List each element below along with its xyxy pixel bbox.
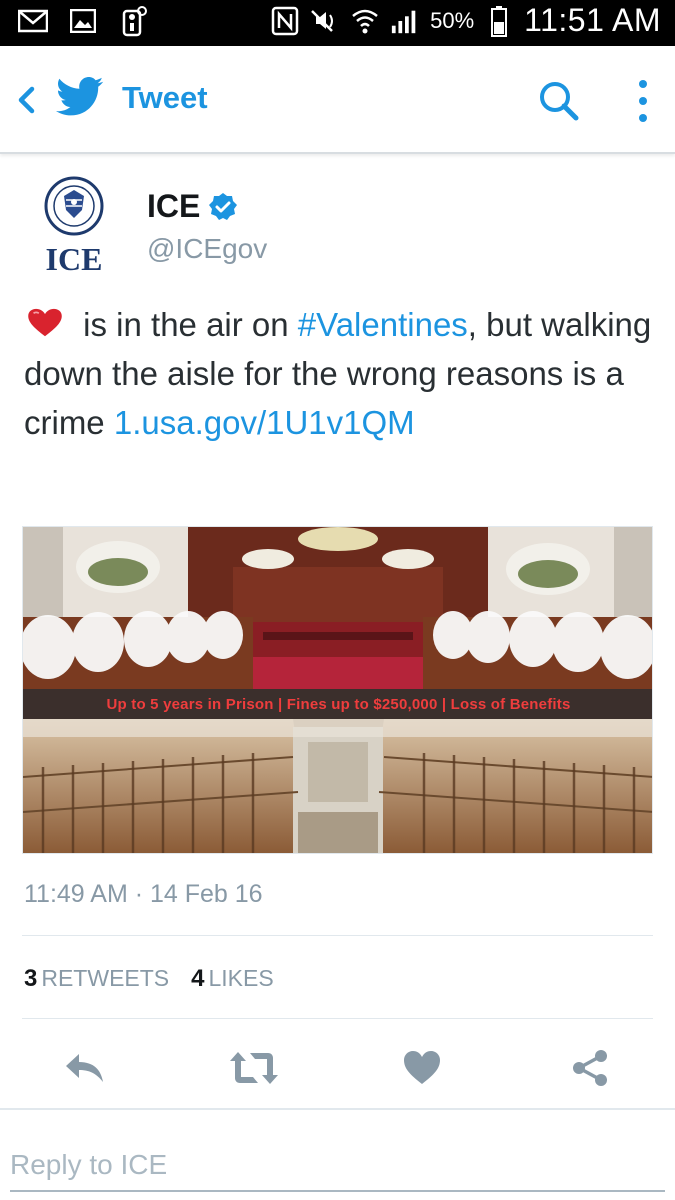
more-dot-icon xyxy=(639,80,647,88)
more-options-button[interactable] xyxy=(628,76,658,126)
retweets-stat[interactable]: 3 RETWEETS xyxy=(24,965,169,993)
more-dot-icon xyxy=(639,97,647,105)
status-bar: 50% 11:51 AM xyxy=(0,0,675,46)
app-bar: Tweet xyxy=(0,46,675,154)
gmail-icon xyxy=(18,6,48,36)
svg-text:ICE: ICE xyxy=(46,241,103,276)
reply-button[interactable] xyxy=(57,1040,113,1096)
author-name-text: ICE xyxy=(147,188,201,224)
reply-area xyxy=(0,1108,675,1200)
image-banner: Up to 5 years in Prison | Fines up to $2… xyxy=(23,689,652,719)
author-name[interactable]: ICE xyxy=(147,188,238,225)
url-link[interactable]: 1.usa.gov/1U1v1QM xyxy=(114,404,415,441)
author-handle[interactable]: @ICEgov xyxy=(147,233,267,265)
tweet-image[interactable]: Up to 5 years in Prison | Fines up to $2… xyxy=(22,526,653,854)
tweet-stats: 3 RETWEETS 4 LIKES xyxy=(24,965,274,993)
clock: 11:51 AM xyxy=(524,2,661,38)
twitter-bird-icon xyxy=(56,77,104,116)
gallery-icon xyxy=(68,6,98,36)
divider xyxy=(22,1018,653,1019)
search-icon xyxy=(540,82,579,121)
like-button[interactable] xyxy=(394,1040,450,1096)
nfc-icon xyxy=(270,6,300,36)
share-button[interactable] xyxy=(562,1040,618,1096)
more-dot-icon xyxy=(639,114,647,122)
signal-icon xyxy=(390,6,420,36)
search-button[interactable] xyxy=(536,78,582,124)
tweet-text: is in the air on #Valentines, but walkin… xyxy=(24,300,654,447)
avatar[interactable]: ICE xyxy=(22,176,126,277)
red-heart-emoji-icon xyxy=(28,308,62,337)
carrier-icon xyxy=(118,6,148,37)
tweet-text-part-1: is in the air on xyxy=(74,306,298,343)
battery-percent: 50% xyxy=(430,7,475,33)
reply-icon xyxy=(66,1054,103,1082)
divider xyxy=(22,935,653,936)
reply-input[interactable] xyxy=(10,1140,665,1192)
retweet-button[interactable] xyxy=(226,1040,282,1096)
tweet-actions xyxy=(0,1040,675,1100)
battery-icon xyxy=(484,5,514,37)
heart-icon xyxy=(404,1051,440,1084)
verified-badge-icon xyxy=(209,192,238,220)
tweet-timestamp: 11:49 AM · 14 Feb 16 xyxy=(24,880,263,908)
dhs-seal-logo: ICE xyxy=(44,176,104,277)
likes-stat[interactable]: 4 LIKES xyxy=(191,965,274,993)
share-icon xyxy=(573,1050,607,1086)
wifi-icon xyxy=(350,6,380,36)
chevron-left-icon xyxy=(18,86,35,114)
back-button[interactable] xyxy=(10,80,42,120)
mute-icon xyxy=(310,6,340,36)
retweet-icon xyxy=(230,1052,278,1084)
page-title: Tweet xyxy=(122,80,208,115)
hashtag-link[interactable]: #Valentines xyxy=(298,306,468,343)
